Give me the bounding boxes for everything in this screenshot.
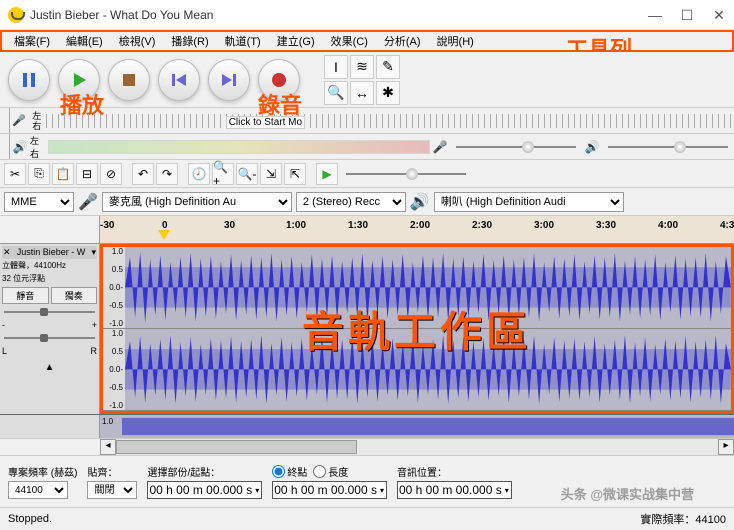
channels-select[interactable]: 2 (Stereo) Recc [296,192,406,212]
scroll-right-icon[interactable]: ▸ [718,439,734,455]
horizontal-scrollbar[interactable]: ◂ ▸ [0,438,734,456]
track-format: 32 位元浮點 [2,272,97,285]
timeshift-tool-icon[interactable]: ↔ [350,81,374,105]
audio-host-select[interactable]: MME [4,192,74,212]
undo-icon[interactable]: ↶ [132,163,154,185]
solo-button[interactable]: 獨奏 [51,287,98,304]
track-close-icon[interactable]: ✕ [3,247,11,258]
pause-button[interactable] [8,59,50,101]
mic-icon: 🎤 [12,114,26,127]
zoom-sel-icon[interactable]: ⇲ [260,163,282,185]
status-left: Stopped. [8,513,52,525]
waveform-area[interactable]: 音軌工作區 1.00.50.0--0.5-1.0 1.00.50.0--0.5-… [100,244,734,414]
selection-end-time[interactable]: 00 h 00 m 00.000 s▾ [272,481,387,499]
selection-start-time[interactable]: 00 h 00 m 00.000 s▾ [147,481,262,499]
device-toolbar: MME 🎤 麥克風 (High Definition Au 2 (Stereo)… [0,188,734,216]
mute-button[interactable]: 靜音 [2,287,49,304]
zoom-out-icon[interactable]: 🔍- [236,163,258,185]
paste-icon[interactable]: 📋 [52,163,74,185]
track-control-panel: ✕Justin Bieber - W▾ 立體聲，44100Hz 32 位元浮點 … [0,244,100,414]
record-meter-scale[interactable]: Click to Start Mo [46,114,734,128]
sync-lock-icon[interactable]: 🕗 [188,163,210,185]
app-icon [8,7,24,23]
output-device-select[interactable]: 喇叭 (High Definition Audi [434,192,624,212]
silence-icon[interactable]: ⊘ [100,163,122,185]
record-meter: 🎤 左 右 Click to Start Mo [0,108,734,134]
end-radio[interactable]: 終點 [272,464,307,479]
selection-tool-icon[interactable]: I [324,55,348,79]
menu-analyze[interactable]: 分析(A) [376,31,429,51]
audio-position-label: 音訊位置： [397,464,512,479]
menu-view[interactable]: 檢視(V) [111,31,164,51]
project-rate-select[interactable]: 44100 [8,481,68,499]
playback-meter[interactable] [48,140,430,154]
zoom-in-icon[interactable]: 🔍+ [212,163,234,185]
redo-icon[interactable]: ↷ [156,163,178,185]
menu-bar: 檔案(F) 編輯(E) 檢視(V) 播錄(R) 軌道(T) 建立(G) 效果(C… [0,30,734,52]
input-device-select[interactable]: 麥克風 (High Definition Au [102,192,292,212]
output-volume-slider[interactable] [608,140,728,154]
menu-transport[interactable]: 播錄(R) [163,31,216,51]
status-right: 實際頻率：44100 [640,511,726,527]
skip-end-button[interactable] [208,59,250,101]
trim-icon[interactable]: ⊟ [76,163,98,185]
track-area: ✕Justin Bieber - W▾ 立體聲，44100Hz 32 位元浮點 … [0,244,734,414]
copy-icon[interactable]: ⎘ [28,163,50,185]
scroll-left-icon[interactable]: ◂ [100,439,116,455]
window-title: Justin Bieber - What Do You Mean [30,8,648,22]
scroll-thumb[interactable] [116,440,357,454]
track-collapse-icon[interactable]: ▲ [2,362,97,373]
length-radio[interactable]: 長度 [313,464,348,479]
cut-icon[interactable]: ✂ [4,163,26,185]
close-button[interactable]: ✕ [712,8,726,22]
playback-meter-row: 🔊 左 右 🎤 🔊 [0,134,734,160]
pan-slider[interactable] [4,334,95,342]
menu-help[interactable]: 說明(H) [429,31,482,51]
selection-label: 選擇部份/起點： [147,464,262,479]
stop-button[interactable] [108,59,150,101]
meter-click-msg[interactable]: Click to Start Mo [226,116,305,129]
zoom-tool-icon[interactable]: 🔍 [324,81,348,105]
input-volume-slider[interactable] [456,140,576,154]
maximize-button[interactable]: ☐ [680,8,694,22]
multi-tool-icon[interactable]: ✱ [376,81,400,105]
zoom-fit-icon[interactable]: ⇱ [284,163,306,185]
mic-slider-icon: 🎤 [430,140,450,154]
track-menu-icon[interactable]: ▾ [91,247,96,258]
audio-position-time[interactable]: 00 h 00 m 00.000 s▾ [397,481,512,499]
mic-device-icon: 🎤 [78,192,98,212]
edit-toolbar: ✂ ⎘ 📋 ⊟ ⊘ ↶ ↷ 🕗 🔍+ 🔍- ⇲ ⇱ ▶ [0,160,734,188]
speaker-slider-icon: 🔊 [582,140,602,154]
speaker-icon: 🔊 [10,140,30,154]
timeline-ruler[interactable]: -300301:001:302:002:303:003:304:004:30 [0,216,734,244]
status-bar: Stopped. 實際頻率：44100 [0,508,734,530]
menu-file[interactable]: 檔案(F) [6,31,58,51]
minimize-button[interactable]: — [648,8,662,22]
transport-toolbar: I ≋ ✎ 🔍 ↔ ✱ 播放 錄音 [0,52,734,108]
envelope-tool-icon[interactable]: ≋ [350,55,374,79]
gain-slider[interactable] [4,308,95,316]
playhead-marker[interactable] [158,230,170,240]
snap-label: 貼齊： [87,464,137,479]
lr-label: 左 右 [28,111,46,131]
annotation-track: 音軌工作區 [302,299,532,360]
speaker-device-icon: 🔊 [410,192,430,212]
menu-tracks[interactable]: 軌道(T) [217,31,269,51]
track-rate: 立體聲，44100Hz [2,259,97,272]
project-rate-label: 專案頻率 (赫茲) [8,464,77,479]
lr-label-2: 左 右 [30,134,48,160]
menu-edit[interactable]: 編輯(E) [58,31,111,51]
playback-speed-slider[interactable] [346,167,466,181]
menu-generate[interactable]: 建立(G) [269,31,323,51]
track-name[interactable]: Justin Bieber - W [17,247,86,258]
draw-tool-icon[interactable]: ✎ [376,55,400,79]
play-at-speed-icon[interactable]: ▶ [316,163,338,185]
snap-select[interactable]: 關閉 [87,481,137,499]
watermark: 头条 @微课实战集中营 [561,484,694,503]
skip-start-button[interactable] [158,59,200,101]
menu-effect[interactable]: 效果(C) [323,31,376,51]
selection-toolbar: 專案頻率 (赫茲) 44100 貼齊： 關閉 選擇部份/起點： 00 h 00 … [0,456,734,508]
